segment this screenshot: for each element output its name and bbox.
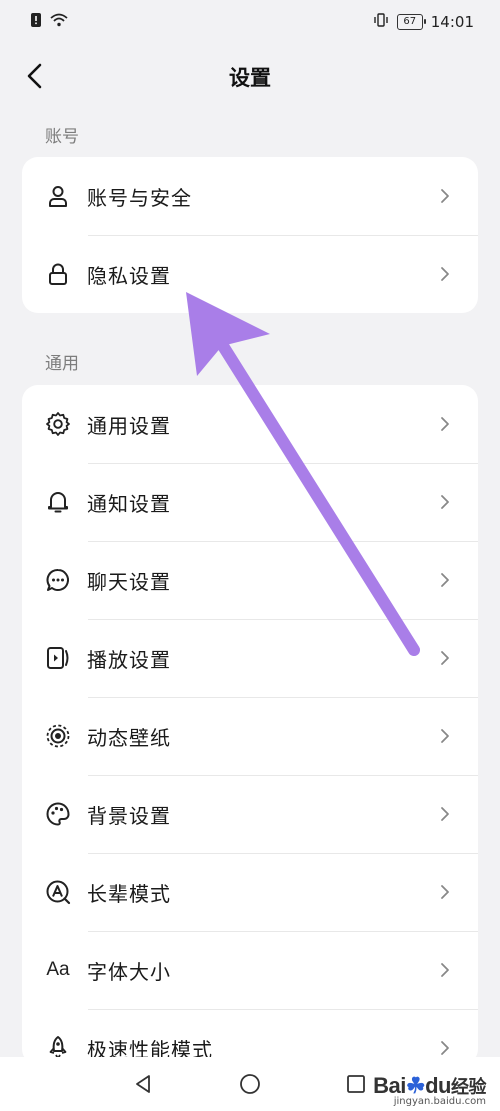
row-label: 通用设置	[87, 413, 171, 438]
circle-home-icon	[240, 1074, 260, 1094]
chevron-right-icon	[437, 1040, 453, 1056]
nav-back-button[interactable]	[128, 1069, 158, 1099]
nav-home-button[interactable]	[235, 1069, 265, 1099]
row-label: 隐私设置	[87, 263, 171, 288]
status-bar: 67 14:01	[0, 0, 500, 44]
square-recents-icon	[347, 1075, 365, 1093]
row-label: 播放设置	[87, 647, 171, 672]
chevron-right-icon	[437, 650, 453, 666]
status-left	[30, 12, 68, 32]
row-label: 字体大小	[87, 959, 171, 984]
clock: 14:01	[430, 13, 474, 31]
watermark: Bai☘du经验 jingyan.baidu.com	[373, 1073, 486, 1107]
triangle-back-icon	[136, 1075, 150, 1093]
settings-row-chat[interactable]: 聊天设置	[22, 541, 478, 619]
chevron-right-icon	[437, 962, 453, 978]
settings-row-elder-mode[interactable]: 长辈模式	[22, 853, 478, 931]
chevron-right-icon	[437, 188, 453, 204]
chevron-right-icon	[437, 806, 453, 822]
row-label: 聊天设置	[87, 569, 171, 594]
elder-mode-icon	[45, 879, 71, 905]
settings-row-live-wallpaper[interactable]: 动态壁纸	[22, 697, 478, 775]
settings-row-general[interactable]: 通用设置	[22, 385, 478, 463]
chevron-right-icon	[437, 266, 453, 282]
settings-row-font-size[interactable]: Aa 字体大小	[22, 931, 478, 1009]
live-wallpaper-icon	[45, 723, 71, 749]
row-label: 背景设置	[87, 803, 171, 828]
chevron-right-icon	[437, 572, 453, 588]
wifi-icon	[50, 13, 68, 31]
paw-icon: ☘	[405, 1073, 426, 1098]
chat-bubble-icon	[45, 567, 71, 593]
sim-alert-icon	[30, 12, 42, 32]
settings-row-privacy[interactable]: 隐私设置	[22, 235, 478, 313]
row-label: 长辈模式	[87, 881, 171, 906]
chevron-right-icon	[437, 416, 453, 432]
settings-row-background[interactable]: 背景设置	[22, 775, 478, 853]
account-card: 账号与安全 隐私设置	[22, 157, 478, 313]
bell-icon	[45, 489, 71, 515]
header: 设置	[0, 44, 500, 110]
section-label-account: 账号	[45, 127, 79, 147]
row-label: 动态壁纸	[87, 725, 171, 750]
watermark-url: jingyan.baidu.com	[393, 1096, 486, 1107]
nav-recents-button[interactable]	[341, 1069, 371, 1099]
settings-row-account-security[interactable]: 账号与安全	[22, 157, 478, 235]
row-label: 通知设置	[87, 491, 171, 516]
gear-icon	[45, 411, 71, 437]
back-button[interactable]	[18, 60, 50, 92]
page-title: 设置	[229, 66, 271, 90]
user-icon	[45, 183, 71, 209]
navigation-bar: Bai☘du经验 jingyan.baidu.com	[0, 1057, 500, 1111]
font-size-icon: Aa	[46, 959, 70, 980]
section-label-general: 通用	[45, 354, 79, 374]
battery-icon: 67	[396, 14, 426, 30]
lock-icon	[45, 261, 71, 287]
chevron-right-icon	[437, 728, 453, 744]
playback-icon	[45, 645, 71, 671]
chevron-right-icon	[437, 884, 453, 900]
settings-row-notification[interactable]: 通知设置	[22, 463, 478, 541]
status-right: 67 14:01	[373, 13, 474, 31]
chevron-right-icon	[437, 494, 453, 510]
palette-icon	[45, 801, 71, 827]
settings-row-playback[interactable]: 播放设置	[22, 619, 478, 697]
row-label: 账号与安全	[87, 185, 192, 210]
general-card: 通用设置 通知设置 聊天设置 播放设置 动态壁纸 背景设置 长辈模式 Aa 字体…	[22, 385, 478, 1065]
back-arrow-icon	[27, 63, 42, 89]
vibrate-icon	[373, 13, 389, 31]
